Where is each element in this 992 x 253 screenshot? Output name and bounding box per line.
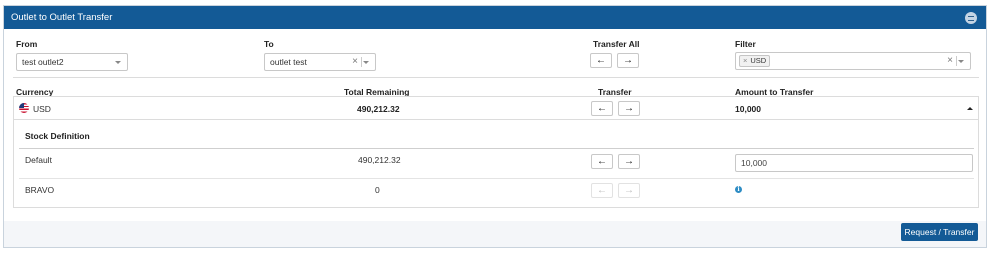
currency-group-usd: USD 490,212.32 ← → 10,000 Stock Definiti… <box>13 96 979 208</box>
from-label: From <box>16 39 38 49</box>
stock-name-default: Default <box>25 155 52 165</box>
currency-transfer-right-button[interactable]: → <box>618 101 640 116</box>
remove-tag-icon[interactable]: × <box>743 56 747 65</box>
transfer-form: From To Transfer All Filter test outlet2… <box>4 29 986 221</box>
filter-tag-label: USD <box>750 56 767 65</box>
stock-transfer-left-button-disabled[interactable]: ← <box>591 183 613 198</box>
divider <box>13 77 979 78</box>
chevron-down-icon <box>363 61 369 64</box>
divider <box>19 148 974 149</box>
chevron-down-icon <box>115 61 121 64</box>
chevron-down-icon <box>958 60 964 63</box>
stock-transfer-left-button[interactable]: ← <box>591 154 613 169</box>
filter-label: Filter <box>735 39 756 49</box>
transfer-all-label: Transfer All <box>593 39 640 49</box>
info-icon[interactable]: i <box>735 186 742 193</box>
outlet-transfer-panel: Outlet to Outlet Transfer From To Transf… <box>3 5 987 248</box>
stock-name-bravo: BRAVO <box>25 185 55 195</box>
panel-header: Outlet to Outlet Transfer <box>4 6 986 29</box>
filter-select[interactable]: × USD × <box>735 52 971 70</box>
from-select-value: test outlet2 <box>22 57 64 67</box>
to-label: To <box>264 39 274 49</box>
to-select-value: outlet test <box>270 57 307 67</box>
panel-title: Outlet to Outlet Transfer <box>11 12 113 23</box>
clear-icon[interactable]: × <box>947 53 953 69</box>
from-select[interactable]: test outlet2 <box>16 53 128 71</box>
collapse-caret-icon[interactable] <box>967 107 973 110</box>
transfer-all-right-button[interactable]: → <box>617 53 639 68</box>
us-flag-icon <box>19 103 29 113</box>
request-transfer-button[interactable]: Request / Transfer <box>901 223 978 241</box>
select-divider <box>361 57 362 67</box>
to-select[interactable]: outlet test × <box>264 53 376 71</box>
currency-code: USD <box>33 104 51 114</box>
transfer-all-left-button[interactable]: ← <box>590 53 612 68</box>
currency-transfer-left-button[interactable]: ← <box>591 101 613 116</box>
currency-amount-to-transfer: 10,000 <box>735 104 761 114</box>
currency-total-remaining: 490,212.32 <box>357 104 400 114</box>
stock-transfer-right-button-disabled[interactable]: → <box>618 183 640 198</box>
stock-definition-header: Stock Definition <box>25 131 90 141</box>
select-divider <box>956 56 957 66</box>
filter-tag-usd[interactable]: × USD <box>739 55 771 67</box>
divider <box>19 178 974 179</box>
divider <box>14 119 978 120</box>
collapse-icon[interactable] <box>965 12 977 24</box>
clear-icon[interactable]: × <box>352 54 358 70</box>
stock-total-remaining-bravo: 0 <box>375 185 380 195</box>
stock-total-remaining-default: 490,212.32 <box>358 155 401 165</box>
amount-input-default[interactable]: 10,000 <box>735 154 973 172</box>
stock-transfer-right-button[interactable]: → <box>618 154 640 169</box>
